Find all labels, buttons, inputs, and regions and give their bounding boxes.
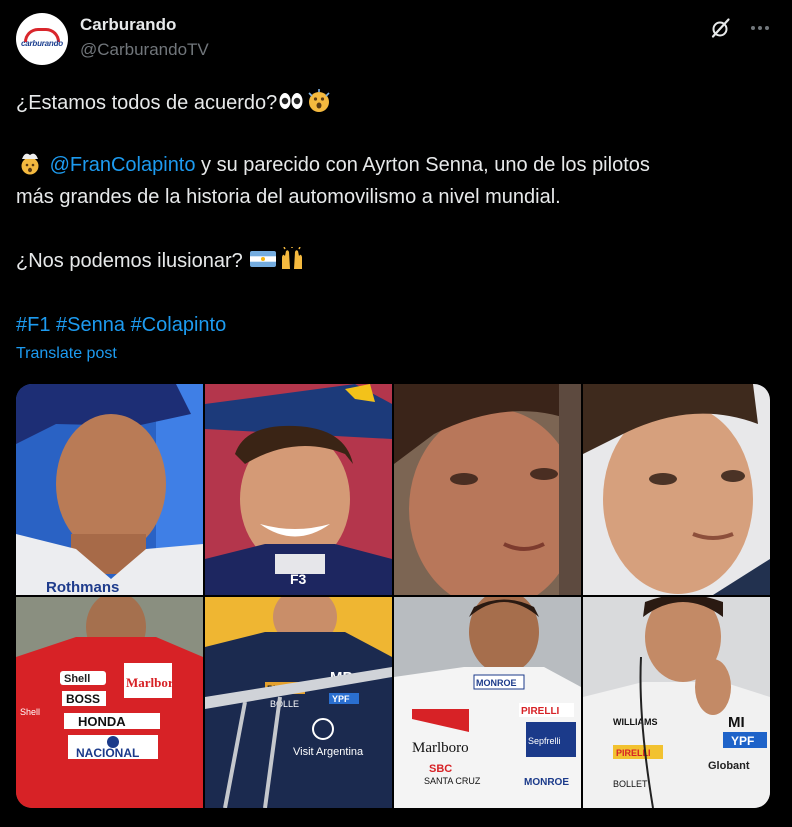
honda-text: HONDA: [78, 714, 126, 729]
ypf-text: YPF: [332, 694, 350, 704]
photo-senna-closeup[interactable]: [394, 384, 581, 595]
translate-post-link[interactable]: Translate post: [16, 345, 117, 363]
monroe-text: MONROE: [476, 678, 517, 688]
photo-colapinto-williams[interactable]: PIRELLI MP YPF BOLLE Visit Argentina: [205, 597, 392, 808]
photo-senna-mclaren[interactable]: Shell BOSS Marlboro HONDA NACIONAL Shell: [16, 597, 203, 808]
visit-argentina-text: Visit Argentina: [293, 746, 364, 758]
rothmans-text: Rothmans: [46, 579, 119, 595]
monroe-bottom-text: MONROE: [524, 777, 569, 788]
eyes-emoji-icon: [279, 93, 303, 109]
marlboro-text: Marlboro: [126, 675, 180, 690]
nacional-text: NACIONAL: [76, 746, 139, 760]
hashtags: #F1 #Senna #Colapinto: [16, 310, 226, 340]
f3-text: F3: [290, 571, 307, 587]
post-line-1: ¿Estamos todos de acuerdo?: [16, 88, 333, 118]
shell-side-text: Shell: [20, 707, 40, 717]
post-header: carburando Carburando @CarburandoTV: [16, 12, 776, 68]
shell-text: Shell: [64, 673, 90, 685]
photo-senna-earpiece[interactable]: MONROE PIRELLI Marlboro Sepfrelli SBC SA…: [394, 597, 581, 808]
mi-text: MI: [728, 714, 745, 731]
photo-colapinto-thinking[interactable]: WILLIAMS MI YPF PIRELLI Globant BOLLET: [583, 597, 770, 808]
post-line-2: @FranColapinto y su parecido con Ayrton …: [16, 150, 650, 180]
carburando-logo: carburando: [20, 28, 64, 50]
photo-senna-cap[interactable]: Rothmans: [16, 384, 203, 595]
ypf-colapinto-text: YPF: [731, 734, 754, 748]
marlboro-senna-text: Marlboro: [412, 740, 469, 756]
post-line-3: más grandes de la historia del automovil…: [16, 186, 561, 208]
santa-cruz-text: SANTA CRUZ: [424, 776, 481, 786]
photo-colapinto-closeup[interactable]: [583, 384, 770, 595]
boss-text: BOSS: [66, 692, 100, 706]
hashtag-f1[interactable]: #F1: [16, 314, 50, 336]
author-handle[interactable]: @CarburandoTV: [80, 40, 209, 60]
bolle-text: BOLLE: [270, 699, 299, 709]
sep-text: Sepfrelli: [528, 736, 561, 746]
williams-text: WILLIAMS: [613, 717, 658, 727]
bollet-text: BOLLET: [613, 779, 648, 789]
exploding-head-emoji-icon: [21, 153, 39, 175]
pirelli-senna-text: PIRELLI: [521, 706, 560, 717]
avatar[interactable]: carburando: [16, 13, 68, 65]
sbc-text: SBC: [429, 763, 452, 775]
hashtag-senna[interactable]: #Senna: [56, 314, 125, 336]
post-line-4: ¿Nos podemos ilusionar?: [16, 246, 306, 276]
argentina-flag-icon: [250, 251, 277, 267]
hashtag-colapinto[interactable]: #Colapinto: [131, 314, 227, 336]
photo-colapinto-smile[interactable]: F3: [205, 384, 392, 595]
raising-hands-emoji-icon: [282, 247, 303, 269]
shocked-face-emoji-icon: [308, 89, 330, 112]
globant-text: Globant: [708, 760, 750, 772]
media-grid[interactable]: Rothmans F3 Shell BOSS Marlboro HONDA NA…: [16, 384, 770, 808]
grok-icon[interactable]: [709, 16, 733, 40]
author-name[interactable]: Carburando: [80, 15, 176, 35]
more-options-icon[interactable]: [748, 16, 772, 40]
mention-link[interactable]: @FranColapinto: [50, 154, 196, 176]
